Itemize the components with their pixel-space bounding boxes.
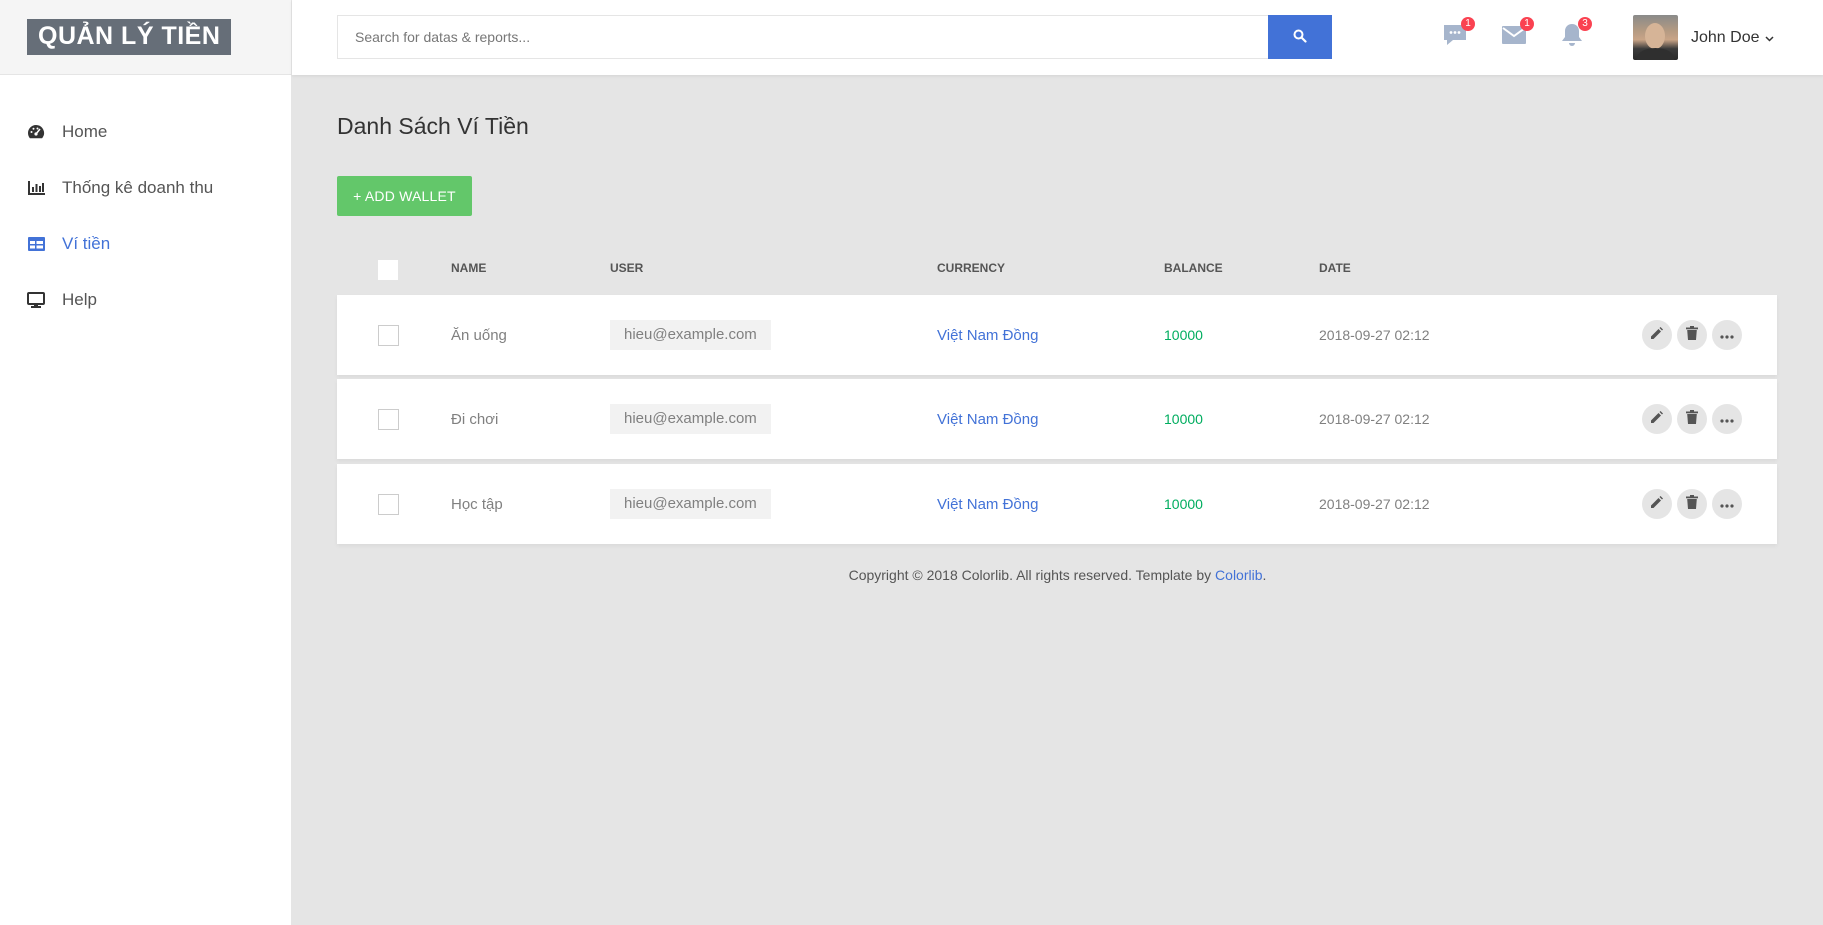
table-row: Đi chơi hieu@example.com Việt Nam Đồng 1…: [337, 379, 1777, 459]
column-header-currency: CURRENCY: [937, 261, 1006, 275]
table-header: NAME USER CURRENCY BALANCE DATE: [337, 256, 1777, 280]
more-button[interactable]: [1712, 489, 1742, 519]
wallet-balance: 10000: [1164, 496, 1203, 512]
logo-area: QUẢN LÝ TIỀN: [0, 0, 291, 75]
sidebar: QUẢN LÝ TIỀN Home Thống kê doanh thu Ví …: [0, 0, 292, 925]
bar-chart-icon: [27, 179, 45, 197]
select-all-checkbox[interactable]: [378, 260, 398, 280]
user-menu[interactable]: John Doe: [1633, 15, 1774, 60]
wallet-currency: Việt Nam Đồng: [937, 496, 1039, 513]
row-checkbox[interactable]: [378, 325, 399, 346]
row-checkbox[interactable]: [378, 409, 399, 430]
user-name: John Doe: [1691, 28, 1760, 46]
wallet-balance: 10000: [1164, 411, 1203, 427]
add-wallet-button[interactable]: + ADD WALLET: [337, 176, 472, 216]
delete-button[interactable]: [1677, 320, 1707, 350]
pencil-icon: [1650, 326, 1664, 345]
wallet-date: 2018-09-27 02:12: [1319, 327, 1430, 343]
footer: Copyright © 2018 Colorlib. All rights re…: [292, 567, 1823, 583]
edit-button[interactable]: [1642, 489, 1672, 519]
notification-badge: 3: [1578, 17, 1592, 31]
notification-badge: 1: [1461, 17, 1475, 31]
more-button[interactable]: [1712, 320, 1742, 350]
page-title: Danh Sách Ví Tiền: [337, 113, 529, 139]
copyright-text: Copyright © 2018 Colorlib. All rights re…: [848, 567, 1216, 583]
wallet-currency: Việt Nam Đồng: [937, 411, 1039, 428]
more-button[interactable]: [1712, 404, 1742, 434]
column-header-date: DATE: [1319, 261, 1351, 275]
sidebar-item-wallet[interactable]: Ví tiền: [0, 216, 291, 272]
pencil-icon: [1650, 410, 1664, 429]
column-header-balance: BALANCE: [1164, 261, 1223, 275]
top-header: 1 1 3 John Doe: [292, 0, 1823, 75]
sidebar-item-label: Home: [62, 122, 108, 141]
search-button[interactable]: [1268, 15, 1332, 59]
trash-icon: [1686, 409, 1698, 429]
search-icon: [1293, 29, 1307, 46]
row-checkbox[interactable]: [378, 494, 399, 515]
table-row: Ăn uống hieu@example.com Việt Nam Đồng 1…: [337, 295, 1777, 375]
table-row: Học tập hieu@example.com Việt Nam Đồng 1…: [337, 464, 1777, 544]
notification-badge: 1: [1520, 17, 1534, 31]
colorlib-link[interactable]: Colorlib: [1215, 567, 1262, 583]
app-logo[interactable]: QUẢN LÝ TIỀN: [27, 19, 232, 55]
wallet-user: hieu@example.com: [610, 404, 771, 434]
sidebar-item-help[interactable]: Help: [0, 272, 291, 328]
chevron-down-icon: [1764, 29, 1774, 47]
search-input[interactable]: [337, 15, 1268, 59]
trash-icon: [1686, 494, 1698, 514]
sidebar-item-label: Ví tiền: [62, 234, 111, 253]
wallet-name: Đi chơi: [451, 411, 499, 428]
wallet-name: Ăn uống: [451, 327, 507, 344]
wallet-date: 2018-09-27 02:12: [1319, 496, 1430, 512]
mail-button[interactable]: 1: [1499, 17, 1534, 52]
messages-button[interactable]: 1: [1440, 17, 1475, 52]
table-icon: [27, 235, 45, 253]
sidebar-item-home[interactable]: Home: [0, 104, 291, 160]
notifications-button[interactable]: 3: [1557, 17, 1592, 52]
wallet-user: hieu@example.com: [610, 320, 771, 350]
tachometer-icon: [27, 123, 45, 141]
column-header-name: NAME: [451, 261, 487, 275]
sidebar-item-revenue[interactable]: Thống kê doanh thu: [0, 160, 291, 216]
sidebar-item-label: Help: [62, 290, 97, 309]
wallet-user: hieu@example.com: [610, 489, 771, 519]
more-icon: [1720, 495, 1734, 513]
wallet-balance: 10000: [1164, 327, 1203, 343]
delete-button[interactable]: [1677, 404, 1707, 434]
delete-button[interactable]: [1677, 489, 1707, 519]
edit-button[interactable]: [1642, 404, 1672, 434]
wallet-currency: Việt Nam Đồng: [937, 327, 1039, 344]
avatar: [1633, 15, 1678, 60]
column-header-user: USER: [610, 261, 644, 275]
trash-icon: [1686, 325, 1698, 345]
pencil-icon: [1650, 495, 1664, 514]
more-icon: [1720, 410, 1734, 428]
wallet-date: 2018-09-27 02:12: [1319, 411, 1430, 427]
edit-button[interactable]: [1642, 320, 1672, 350]
footer-suffix: .: [1262, 567, 1267, 583]
desktop-icon: [27, 291, 45, 309]
sidebar-nav: Home Thống kê doanh thu Ví tiền Help: [0, 104, 291, 328]
sidebar-item-label: Thống kê doanh thu: [62, 178, 214, 197]
wallet-name: Học tập: [451, 496, 503, 513]
more-icon: [1720, 326, 1734, 344]
